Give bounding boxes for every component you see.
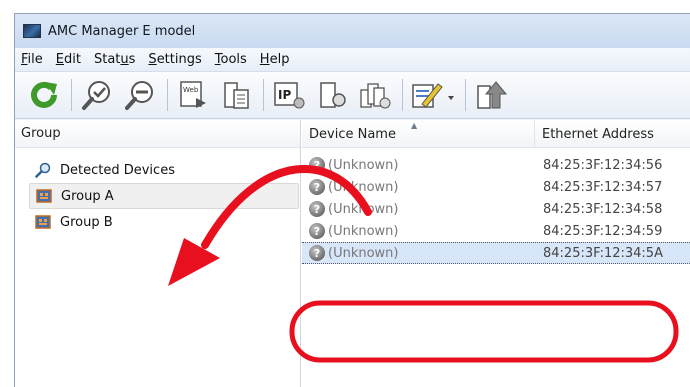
svg-text:Web: Web <box>183 86 199 94</box>
window-title: AMC Manager E model <box>48 23 196 39</box>
table-row[interactable]: ? (Unknown) 84:25:3F:12:34:56 <box>302 154 690 176</box>
upload-button[interactable] <box>472 76 510 114</box>
toolbar-separator <box>465 79 466 111</box>
column-ethernet-address[interactable]: Ethernet Address <box>535 120 690 148</box>
unknown-status-icon: ? <box>309 223 325 239</box>
unknown-status-icon: ? <box>309 157 325 173</box>
menu-settings[interactable]: Settings <box>148 52 201 67</box>
device-doc-button[interactable] <box>217 76 255 114</box>
main-content: Group Detected Devices Group A Group B ▲… <box>15 120 690 387</box>
zoom-out-icon <box>125 81 153 110</box>
device-doc-icon <box>224 82 249 109</box>
group-icon <box>36 188 52 204</box>
menu-tools[interactable]: Tools <box>215 52 247 67</box>
ip-settings-icon: IP <box>274 82 305 109</box>
ip-settings-button[interactable]: IP <box>270 76 308 114</box>
device-list-pane: ▲ Device Name Ethernet Address ? (Unknown… <box>302 120 690 387</box>
toolbar-separator <box>263 79 264 111</box>
zoom-out-button[interactable] <box>121 76 159 114</box>
app-icon <box>23 24 41 38</box>
tree-item-group-b[interactable]: Group B <box>29 209 299 235</box>
device-settings-icon <box>320 82 346 108</box>
search-icon <box>35 162 51 178</box>
menu-edit[interactable]: Edit <box>56 52 81 67</box>
menu-status[interactable]: Status <box>94 52 135 67</box>
device-settings-button[interactable] <box>313 76 351 114</box>
group-settings-icon <box>360 83 391 109</box>
app-window: AMC Manager E model File Edit Status Set… <box>14 13 690 387</box>
toolbar-separator <box>71 79 72 111</box>
toolbar: Web IP <box>15 72 690 119</box>
refresh-icon <box>31 81 57 108</box>
edit-dropdown-button[interactable] <box>409 76 457 114</box>
title-bar: AMC Manager E model <box>15 14 690 48</box>
menu-bar: File Edit Status Settings Tools Help <box>15 48 690 72</box>
unknown-status-icon: ? <box>309 179 325 195</box>
table-header: ▲ Device Name Ethernet Address <box>302 120 690 148</box>
unknown-status-icon: ? <box>309 245 325 261</box>
edit-icon <box>412 83 454 108</box>
table-row[interactable]: ? (Unknown) 84:25:3F:12:34:57 <box>302 176 690 198</box>
column-device-name[interactable]: ▲ Device Name <box>302 120 535 148</box>
svg-text:IP: IP <box>278 88 291 102</box>
tree-item-label: Group B <box>60 214 113 230</box>
zoom-in-button[interactable] <box>78 76 116 114</box>
upload-icon <box>477 81 508 109</box>
unknown-status-icon: ? <box>309 201 325 217</box>
tree-item-detected-devices[interactable]: Detected Devices <box>29 157 299 183</box>
zoom-in-icon <box>82 81 110 110</box>
toolbar-separator <box>402 79 403 111</box>
sort-ascending-icon: ▲ <box>411 121 418 130</box>
refresh-button[interactable] <box>25 76 63 114</box>
web-button[interactable]: Web <box>174 76 212 114</box>
table-row-selected[interactable]: ? (Unknown) 84:25:3F:12:34:5A <box>302 242 690 264</box>
group-tree-pane: Group Detected Devices Group A Group B <box>15 120 301 387</box>
group-settings-button[interactable] <box>356 76 394 114</box>
tree-item-group-a[interactable]: Group A <box>29 183 299 209</box>
table-row[interactable]: ? (Unknown) 84:25:3F:12:34:59 <box>302 220 690 242</box>
menu-file[interactable]: File <box>21 52 43 67</box>
tree-item-label: Group A <box>61 188 114 204</box>
table-row[interactable]: ? (Unknown) 84:25:3F:12:34:58 <box>302 198 690 220</box>
group-header[interactable]: Group <box>15 120 300 148</box>
tree-item-label: Detected Devices <box>60 162 175 178</box>
toolbar-separator <box>167 79 168 111</box>
web-icon: Web <box>180 81 206 108</box>
group-icon <box>35 214 51 230</box>
menu-help[interactable]: Help <box>260 52 290 67</box>
